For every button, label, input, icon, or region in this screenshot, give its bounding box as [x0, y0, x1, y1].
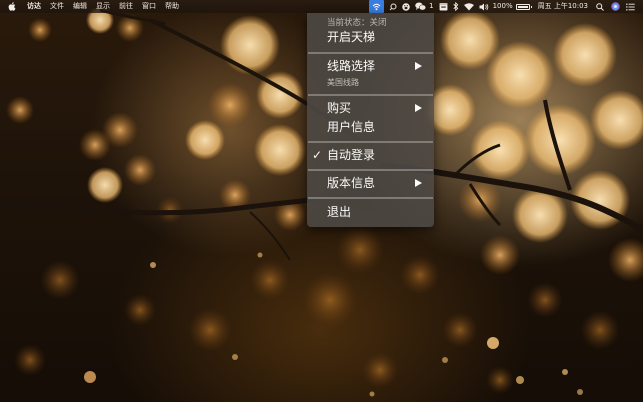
calendar-icon[interactable]	[439, 0, 448, 13]
menu-section-account: 购买 用户信息	[307, 96, 434, 142]
volume-icon[interactable]	[479, 0, 489, 13]
current-status-label: 当前状态：关闭	[327, 18, 387, 28]
spotlight-search-icon-glyph	[596, 2, 604, 11]
version-info-item[interactable]: 版本信息	[307, 171, 434, 195]
siri-icon[interactable]	[611, 0, 620, 13]
volume-icon-glyph	[479, 3, 488, 10]
search-icon[interactable]	[389, 0, 397, 13]
quit-item[interactable]: 退出	[307, 199, 434, 225]
menu-bar: 访达 文件 编辑 显示 前往 窗口 帮助 1 100% 周五 上午10:03	[0, 0, 643, 13]
menu-help[interactable]: 帮助	[165, 0, 179, 13]
wifi-shield-icon[interactable]	[369, 0, 385, 13]
apple-logo-icon-glyph	[8, 2, 16, 11]
wechat-icon[interactable]	[415, 0, 427, 13]
toggle-proxy-item[interactable]: 开启天梯	[327, 30, 375, 44]
siri-icon-glyph	[611, 2, 620, 11]
menu-window[interactable]: 窗口	[142, 0, 156, 13]
apple-logo-icon[interactable]	[8, 2, 18, 11]
spotlight-search-icon[interactable]	[596, 0, 604, 13]
notification-center-icon[interactable]	[626, 0, 635, 13]
wechat-count: 1	[429, 2, 434, 10]
baidu-paw-icon[interactable]	[402, 0, 410, 13]
battery-level-fill	[517, 5, 528, 8]
menu-edit[interactable]: 编辑	[73, 0, 87, 13]
submenu-arrow-icon	[415, 104, 422, 112]
baidu-paw-icon-glyph	[402, 2, 410, 11]
checkmark-icon: ✓	[312, 148, 323, 162]
wifi-shield-icon-glyph	[372, 3, 381, 10]
menu-finder[interactable]: 访达	[27, 0, 41, 13]
wifi-icon[interactable]	[463, 0, 474, 13]
auto-login-item[interactable]: ✓ 自动登录	[307, 143, 434, 167]
menu-go[interactable]: 前往	[119, 0, 133, 13]
submenu-arrow-icon	[415, 179, 422, 187]
notification-center-icon-glyph	[626, 2, 635, 11]
bluetooth-icon-glyph	[453, 2, 458, 11]
wechat-icon-glyph	[415, 2, 427, 11]
user-info-item[interactable]: 用户信息	[327, 120, 375, 134]
wifi-icon-glyph	[463, 2, 474, 10]
quit-label: 退出	[327, 205, 352, 219]
version-info-label: 版本信息	[327, 176, 376, 190]
bluetooth-icon[interactable]	[453, 0, 459, 13]
vpn-status-menu: 当前状态：关闭 开启天梯 线路选择 美国线路 购买 用户信息 ✓ 自动登录 版本…	[307, 13, 434, 227]
route-current-label: 美国线路	[327, 78, 359, 87]
auto-login-label: 自动登录	[327, 148, 376, 162]
menu-view[interactable]: 显示	[96, 0, 110, 13]
submenu-arrow-icon	[415, 62, 422, 70]
buy-item[interactable]: 购买	[327, 101, 351, 115]
menu-bar-clock[interactable]: 周五 上午10:03	[538, 0, 588, 13]
menu-section-status: 当前状态：关闭 开启天梯	[307, 13, 434, 51]
calendar-icon-glyph	[439, 3, 448, 11]
battery-icon[interactable]	[515, 3, 532, 10]
search-icon-glyph	[389, 3, 397, 10]
route-select-label: 线路选择	[327, 59, 376, 73]
menu-file[interactable]: 文件	[50, 0, 64, 13]
battery-percentage: 100%	[492, 2, 513, 10]
route-select-item[interactable]: 线路选择 美国线路	[307, 54, 434, 92]
